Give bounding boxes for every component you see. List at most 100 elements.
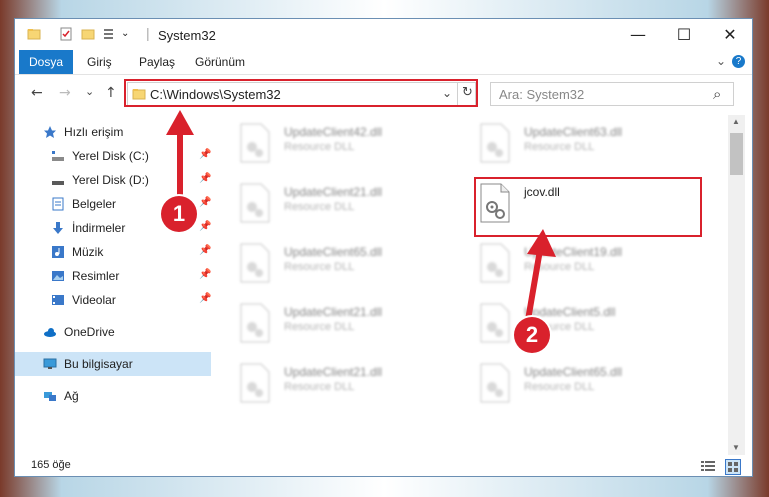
search-box[interactable]: Ara: System32 ⌕ xyxy=(490,82,734,106)
dll-file-icon xyxy=(240,123,270,163)
close-button[interactable]: ✕ xyxy=(707,19,753,50)
minimize-button[interactable]: — xyxy=(615,19,661,50)
folder-icon xyxy=(27,29,41,40)
sidebar-item-label: Yerel Disk (C:) xyxy=(72,149,149,163)
ribbon-expand-icon[interactable]: ⌄ xyxy=(716,54,726,68)
sidebar-item-music[interactable]: Müzik 📌 xyxy=(15,240,211,264)
dll-file-icon xyxy=(480,303,510,343)
dll-file-icon xyxy=(240,183,270,223)
pictures-icon xyxy=(52,271,64,281)
drive-icon xyxy=(52,151,64,161)
pin-icon[interactable]: 📌 xyxy=(199,293,211,304)
dll-file-icon xyxy=(480,123,510,163)
item-count: 165 öğe xyxy=(31,459,71,471)
large-icons-view-icon[interactable] xyxy=(725,459,741,475)
properties-icon[interactable] xyxy=(59,27,73,41)
maximize-button[interactable]: ☐ xyxy=(661,19,707,50)
file-item[interactable]: UpdateClient21.dll Resource DLL xyxy=(239,299,439,349)
customize-toolbar-icon[interactable] xyxy=(103,27,117,41)
sidebar-item-network[interactable]: Ağ xyxy=(15,384,211,408)
file-item[interactable]: UpdateClient63.dll Resource DLL xyxy=(479,119,679,169)
sidebar-item-videos[interactable]: Videolar 📌 xyxy=(15,288,211,312)
file-highlight-box xyxy=(474,177,702,237)
dll-file-icon xyxy=(240,243,270,283)
pin-icon[interactable]: 📌 xyxy=(199,245,211,256)
tab-share[interactable]: Paylaş xyxy=(129,50,185,74)
sidebar-item-label: Belgeler xyxy=(72,197,117,211)
address-highlight-box xyxy=(124,79,478,107)
recent-locations-button[interactable]: ⌄ xyxy=(85,85,94,98)
pin-icon[interactable]: 📌 xyxy=(199,221,211,232)
download-icon xyxy=(53,222,63,234)
file-name: UpdateClient19.dll xyxy=(524,245,623,259)
title-separator: | xyxy=(146,25,150,41)
sidebar-item-label: Videolar xyxy=(72,293,116,307)
file-item[interactable]: UpdateClient19.dll Resource DLL xyxy=(479,239,679,289)
network-icon xyxy=(44,392,56,401)
pin-icon[interactable]: 📌 xyxy=(199,149,211,160)
navigation-pane: Hızlı erişim Yerel Disk (C:) 📌 Yerel Dis… xyxy=(15,115,213,453)
sidebar-item-label: OneDrive xyxy=(64,325,115,339)
drive-icon xyxy=(52,181,64,185)
sidebar-item-drive-d[interactable]: Yerel Disk (D:) 📌 xyxy=(15,168,211,192)
sidebar-item-this-pc[interactable]: Bu bilgisayar xyxy=(15,352,211,376)
file-item[interactable]: UpdateClient65.dll Resource DLL xyxy=(479,359,679,409)
dll-file-icon xyxy=(480,363,510,403)
tab-file[interactable]: Dosya xyxy=(19,50,74,74)
tab-home[interactable]: Giriş xyxy=(77,50,122,74)
back-button[interactable]: ← xyxy=(31,85,43,101)
sidebar-item-quick-access[interactable]: Hızlı erişim xyxy=(15,120,211,144)
file-type: Resource DLL xyxy=(284,381,355,393)
dll-file-icon xyxy=(480,243,510,283)
file-name: UpdateClient21.dll xyxy=(284,185,383,199)
new-folder-icon[interactable] xyxy=(81,27,95,41)
file-name: UpdateClient5.dll xyxy=(524,305,616,319)
details-view-icon[interactable] xyxy=(701,460,715,472)
vertical-scrollbar[interactable]: ▲ ▼ xyxy=(728,115,745,455)
file-type: Resource DLL xyxy=(284,261,355,273)
sidebar-item-onedrive[interactable]: OneDrive xyxy=(15,320,211,344)
quick-access-dropdown-icon[interactable]: ⌄ xyxy=(121,28,129,39)
up-button[interactable]: ↑ xyxy=(105,85,117,101)
file-item[interactable]: UpdateClient21.dll Resource DLL xyxy=(239,179,439,229)
scrollbar-thumb[interactable] xyxy=(730,133,743,175)
tab-view[interactable]: Görünüm xyxy=(185,50,255,74)
sidebar-item-label: Ağ xyxy=(64,389,79,403)
file-type: Resource DLL xyxy=(284,321,355,333)
search-icon[interactable]: ⌕ xyxy=(713,85,721,103)
onedrive-icon xyxy=(44,328,56,337)
file-item[interactable]: UpdateClient42.dll Resource DLL xyxy=(239,119,439,169)
scroll-up-icon[interactable]: ▲ xyxy=(732,117,740,126)
file-type: Resource DLL xyxy=(524,261,595,273)
file-name: UpdateClient21.dll xyxy=(284,365,383,379)
window-title: System32 xyxy=(158,28,216,43)
file-type: Resource DLL xyxy=(284,141,355,153)
pin-icon[interactable]: 📌 xyxy=(199,269,211,280)
dll-file-icon xyxy=(240,303,270,343)
sidebar-item-label: Resimler xyxy=(72,269,120,283)
file-item[interactable]: UpdateClient65.dll Resource DLL xyxy=(239,239,439,289)
file-name: UpdateClient42.dll xyxy=(284,125,383,139)
file-type: Resource DLL xyxy=(524,381,595,393)
sidebar-item-label: Müzik xyxy=(72,245,104,259)
file-name: UpdateClient21.dll xyxy=(284,305,383,319)
file-name: UpdateClient63.dll xyxy=(524,125,623,139)
step-marker-2: 2 xyxy=(514,317,550,353)
file-name: UpdateClient65.dll xyxy=(284,245,383,259)
sidebar-item-drive-c[interactable]: Yerel Disk (C:) 📌 xyxy=(15,144,211,168)
forward-button[interactable]: → xyxy=(59,85,71,101)
step-marker-1: 1 xyxy=(161,196,197,232)
file-item[interactable]: UpdateClient21.dll Resource DLL xyxy=(239,359,439,409)
file-item[interactable]: UpdateClient5.dll Resource DLL xyxy=(479,299,679,349)
search-placeholder[interactable]: Ara: System32 xyxy=(499,87,584,102)
computer-icon xyxy=(43,358,57,369)
star-icon xyxy=(44,126,56,138)
sidebar-item-label: Hızlı erişim xyxy=(64,125,124,139)
pin-icon[interactable]: 📌 xyxy=(199,173,211,184)
dll-file-icon xyxy=(240,363,270,403)
pin-icon[interactable]: 📌 xyxy=(199,197,211,208)
help-icon[interactable]: ? xyxy=(732,55,745,68)
documents-icon xyxy=(52,197,64,211)
sidebar-item-pictures[interactable]: Resimler 📌 xyxy=(15,264,211,288)
scroll-down-icon[interactable]: ▼ xyxy=(732,443,740,452)
